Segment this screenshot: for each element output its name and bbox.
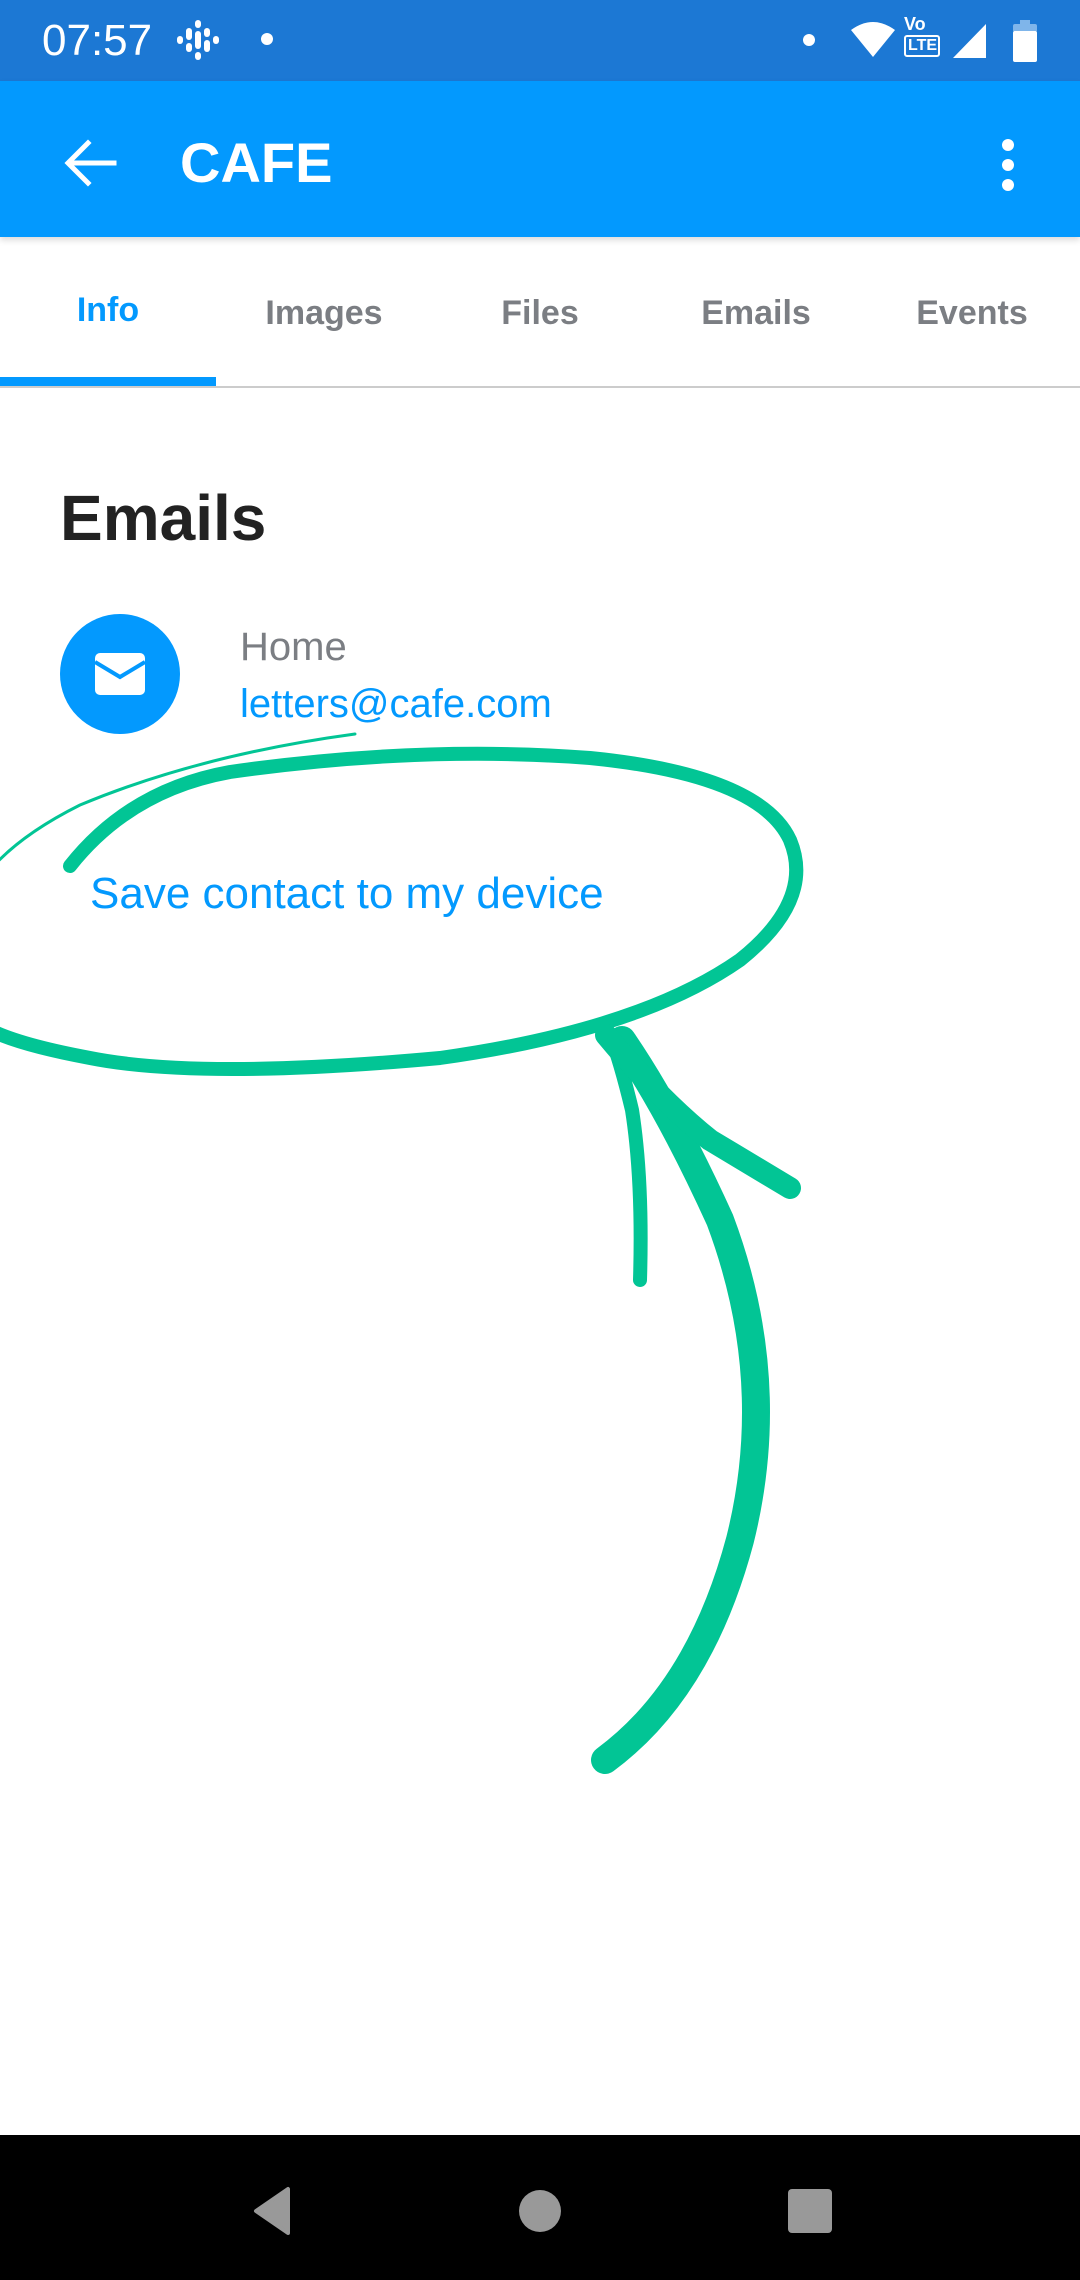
home-circle-icon[interactable]: [505, 2175, 575, 2245]
status-bar: 07:57 Vo LTE: [0, 0, 1080, 81]
app-bar: CAFE: [0, 81, 1080, 237]
section-title: Emails: [60, 482, 267, 554]
system-nav-bar: [0, 2135, 1080, 2280]
tab-images[interactable]: Images: [216, 237, 432, 386]
notification-dot-icon: [803, 34, 815, 46]
notification-dot-icon: [261, 33, 273, 45]
email-address-link[interactable]: letters@cafe.com: [240, 679, 552, 729]
app-title: CAFE: [180, 131, 333, 194]
active-tab-indicator: [0, 377, 216, 386]
podcasts-icon: [177, 20, 219, 60]
email-type-label: Home: [240, 625, 347, 669]
mail-icon: [94, 653, 146, 695]
more-options-button[interactable]: [984, 129, 1032, 201]
save-contact-button[interactable]: Save contact to my device: [90, 868, 604, 920]
recents-square-icon[interactable]: [774, 2175, 844, 2245]
tab-emails[interactable]: Emails: [648, 237, 864, 386]
arrow-left-barb: [603, 1028, 648, 1287]
tab-bar: Info Images Files Emails Events: [0, 237, 1080, 388]
volte-icon: Vo LTE: [904, 15, 940, 59]
ellipse-thin-stroke: [0, 732, 357, 862]
battery-icon: [1013, 20, 1037, 62]
status-time: 07:57: [42, 16, 153, 65]
email-avatar: [60, 614, 180, 734]
tab-files[interactable]: Files: [432, 237, 648, 386]
tab-info[interactable]: Info: [0, 237, 216, 386]
more-vertical-icon: [1002, 139, 1014, 191]
tab-events[interactable]: Events: [864, 237, 1080, 386]
volte-text-bottom: LTE: [904, 35, 940, 57]
cellular-signal-icon: [953, 24, 986, 58]
back-button[interactable]: [56, 127, 128, 199]
arrow-left-icon: [64, 139, 117, 187]
wifi-icon: [851, 22, 895, 57]
arrow-right-barb: [595, 1024, 801, 1199]
back-triangle-icon[interactable]: [236, 2175, 306, 2245]
arrow-shaft: [591, 1026, 770, 1774]
volte-text-top: Vo: [904, 14, 926, 34]
